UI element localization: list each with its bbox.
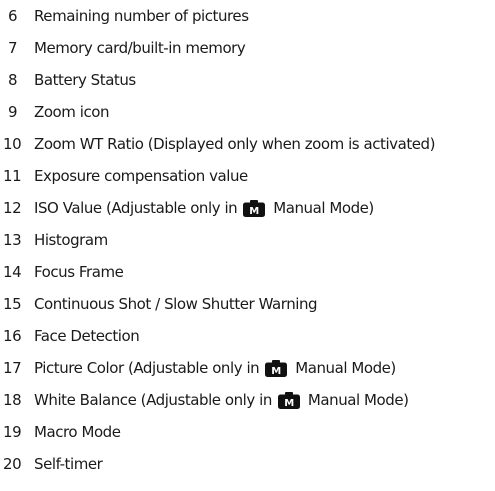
icon-letter: M — [249, 206, 259, 217]
item-number: 9 — [8, 103, 18, 121]
item-number: 16 — [3, 327, 22, 345]
item-text: Face Detection — [34, 327, 140, 345]
item-text: ISO Value (Adjustable only in M Manual M… — [34, 199, 374, 217]
list-item: 14 Focus Frame — [0, 260, 124, 284]
list-item: 7 Memory card/built-in memory — [0, 36, 246, 60]
list-item: 11 Exposure compensation value — [0, 164, 248, 188]
manual-mode-camera-icon: M — [265, 359, 288, 377]
list-item: 10 Zoom WT Ratio (Displayed only when zo… — [0, 132, 435, 156]
item-number: 18 — [3, 391, 22, 409]
item-text-after: Manual Mode) — [307, 391, 409, 409]
item-number: 19 — [3, 423, 22, 441]
item-number: 13 — [3, 231, 22, 249]
list-item: 8 Battery Status — [0, 68, 136, 92]
item-number: 8 — [8, 71, 18, 89]
item-text: Zoom WT Ratio (Displayed only when zoom … — [34, 135, 436, 153]
list-item: 17 Picture Color (Adjustable only in M M… — [0, 356, 396, 380]
item-text: Exposure compensation value — [34, 167, 248, 185]
item-number: 6 — [8, 7, 18, 25]
item-text: Focus Frame — [34, 263, 124, 281]
item-text-before: White Balance (Adjustable only in — [34, 391, 272, 409]
list-item: 16 Face Detection — [0, 324, 140, 348]
item-text: Macro Mode — [34, 423, 121, 441]
item-text-after: Manual Mode) — [273, 199, 374, 217]
list-item: 12 ISO Value (Adjustable only in M Manua… — [0, 196, 374, 220]
item-text: Battery Status — [34, 71, 136, 89]
list-item: 18 White Balance (Adjustable only in M M… — [0, 388, 409, 412]
item-number: 20 — [3, 455, 22, 473]
list-item: 13 Histogram — [0, 228, 108, 252]
item-number: 7 — [8, 39, 18, 57]
item-text: Remaining number of pictures — [34, 7, 249, 25]
list-item: 9 Zoom icon — [0, 100, 110, 124]
item-number: 15 — [3, 295, 22, 313]
item-text-after: Manual Mode) — [295, 359, 396, 377]
icon-letter: M — [284, 398, 294, 409]
item-number: 14 — [3, 263, 22, 281]
icon-letter: M — [271, 366, 281, 377]
list-item: 19 Macro Mode — [0, 420, 121, 444]
manual-mode-camera-icon: M — [277, 391, 300, 409]
item-text-before: ISO Value (Adjustable only in — [34, 199, 238, 217]
item-text: Histogram — [34, 231, 108, 249]
item-number: 10 — [3, 135, 22, 153]
list-item: 6 Remaining number of pictures — [0, 4, 249, 28]
item-text: White Balance (Adjustable only in M Manu… — [34, 391, 409, 409]
item-number: 12 — [3, 199, 22, 217]
list-item: 15 Continuous Shot / Slow Shutter Warnin… — [0, 292, 318, 316]
legend-list: 6 Remaining number of pictures 7 Memory … — [0, 0, 495, 491]
list-item: 20 Self-timer — [0, 452, 103, 476]
item-text: Memory card/built-in memory — [34, 39, 246, 57]
item-text: Picture Color (Adjustable only in M Manu… — [34, 359, 396, 377]
item-text: Continuous Shot / Slow Shutter Warning — [34, 295, 318, 313]
item-number: 11 — [3, 167, 22, 185]
item-number: 17 — [3, 359, 22, 377]
item-text-before: Picture Color (Adjustable only in — [34, 359, 260, 377]
item-text: Zoom icon — [34, 103, 110, 121]
manual-mode-camera-icon: M — [243, 199, 266, 217]
item-text: Self-timer — [34, 455, 103, 473]
